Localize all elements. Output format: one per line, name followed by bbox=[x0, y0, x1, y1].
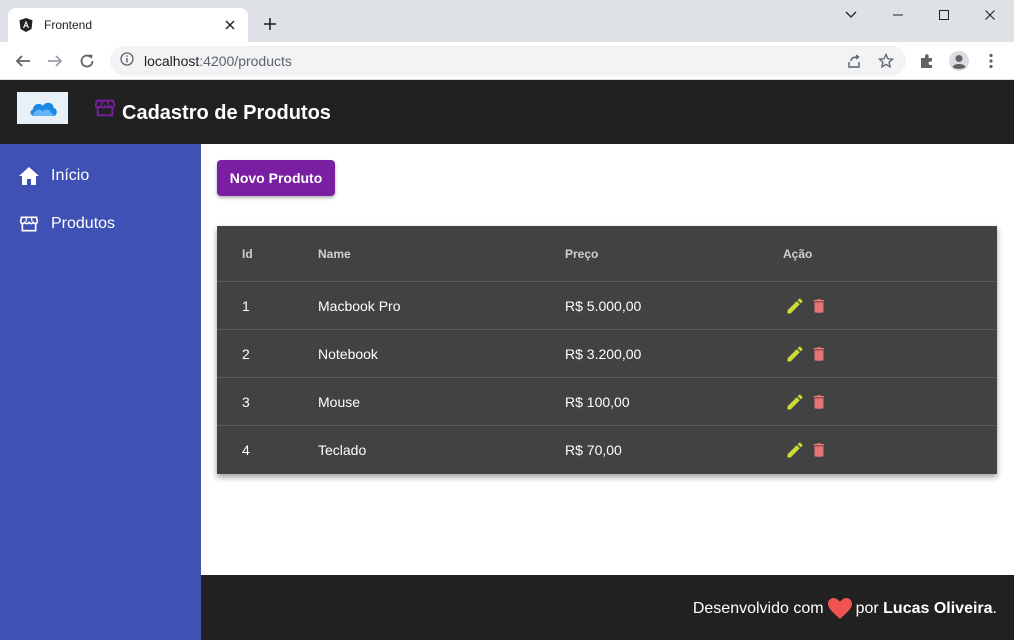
url-text: localhost:4200/products bbox=[144, 53, 292, 69]
home-icon bbox=[18, 165, 40, 187]
cell-price: R$ 5.000,00 bbox=[565, 297, 642, 314]
browser-toolbar: localhost:4200/products bbox=[0, 42, 1014, 80]
cell-price: R$ 3.200,00 bbox=[565, 345, 642, 362]
extensions-icon[interactable] bbox=[916, 50, 938, 72]
edit-pencil-icon[interactable] bbox=[783, 342, 807, 366]
cell-price: R$ 70,00 bbox=[565, 442, 622, 458]
sidebar-item-label: Produtos bbox=[51, 215, 116, 232]
table-row: 4 Teclado R$ 70,00 bbox=[217, 426, 997, 474]
column-header-name: Name bbox=[318, 246, 351, 261]
forward-arrow-icon[interactable] bbox=[42, 48, 68, 74]
sidebar-item-inicio[interactable]: Início bbox=[0, 152, 201, 200]
cell-action bbox=[783, 426, 831, 474]
browser-tab-bar: Frontend bbox=[0, 0, 1014, 42]
close-window-icon[interactable] bbox=[967, 4, 1013, 26]
cell-price: R$ 100,00 bbox=[565, 393, 630, 410]
maximize-icon[interactable] bbox=[921, 4, 967, 26]
close-tab-icon[interactable] bbox=[222, 17, 238, 33]
footer-suffix: . bbox=[992, 600, 997, 617]
edit-pencil-icon[interactable] bbox=[783, 294, 807, 318]
page-title: Cadastro de Produtos bbox=[122, 102, 331, 124]
column-header-price: Preço bbox=[565, 246, 599, 261]
sidebar-item-produtos[interactable]: Produtos bbox=[0, 200, 201, 248]
main-content: Novo Produto Id Name Preço Ação 1 Macboo… bbox=[201, 144, 1014, 575]
delete-trash-icon[interactable] bbox=[807, 342, 831, 366]
table-header-row: Id Name Preço Ação bbox=[217, 226, 997, 282]
footer-middle: por bbox=[855, 600, 879, 617]
edit-pencil-icon[interactable] bbox=[783, 438, 807, 462]
cell-id: 1 bbox=[242, 297, 250, 314]
sidebar: Início Produtos bbox=[0, 144, 201, 640]
column-header-id: Id bbox=[242, 246, 253, 261]
cell-name: Notebook bbox=[318, 345, 378, 362]
chevron-down-icon[interactable] bbox=[828, 4, 874, 26]
cell-name: Mouse bbox=[318, 393, 361, 410]
more-menu-icon[interactable] bbox=[980, 50, 1002, 72]
browser-tab[interactable]: Frontend bbox=[8, 8, 248, 42]
table-row: 2 Notebook R$ 3.200,00 bbox=[217, 330, 997, 378]
reload-icon[interactable] bbox=[74, 48, 100, 74]
tab-title: Frontend bbox=[44, 18, 93, 32]
edit-pencil-icon[interactable] bbox=[783, 390, 807, 414]
bookmark-star-icon[interactable] bbox=[876, 51, 896, 71]
cell-id: 4 bbox=[242, 442, 250, 458]
profile-avatar-icon[interactable] bbox=[948, 50, 970, 72]
delete-trash-icon[interactable] bbox=[807, 438, 831, 462]
store-icon bbox=[18, 213, 40, 235]
products-table: Id Name Preço Ação 1 Macbook Pro R$ 5.00… bbox=[217, 226, 997, 474]
footer: Desenvolvido com por Lucas Oliveira. bbox=[201, 575, 1014, 640]
delete-trash-icon[interactable] bbox=[807, 294, 831, 318]
sidebar-item-label: Início bbox=[51, 167, 90, 184]
footer-credits: Desenvolvido com por Lucas Oliveira. bbox=[693, 598, 997, 620]
table-row: 1 Macbook Pro R$ 5.000,00 bbox=[217, 282, 997, 330]
minimize-icon[interactable] bbox=[875, 4, 921, 26]
cell-id: 2 bbox=[242, 345, 250, 362]
cell-id: 3 bbox=[242, 393, 250, 410]
app-header: Cadastro de Produtos bbox=[0, 80, 1014, 144]
delete-trash-icon[interactable] bbox=[807, 390, 831, 414]
column-header-action: Ação bbox=[783, 246, 813, 261]
table-row: 3 Mouse R$ 100,00 bbox=[217, 378, 997, 426]
cell-action bbox=[783, 378, 831, 425]
site-info-icon[interactable] bbox=[120, 51, 134, 71]
cloud-logo[interactable] bbox=[17, 92, 68, 124]
footer-author: Lucas Oliveira bbox=[883, 600, 993, 617]
angular-favicon-icon bbox=[18, 17, 34, 33]
cell-action bbox=[783, 330, 831, 377]
cell-name: Macbook Pro bbox=[318, 297, 401, 314]
share-icon[interactable] bbox=[844, 51, 864, 71]
new-product-button[interactable]: Novo Produto bbox=[217, 160, 335, 196]
cell-action bbox=[783, 282, 831, 329]
address-bar[interactable]: localhost:4200/products bbox=[110, 46, 906, 76]
back-arrow-icon[interactable] bbox=[10, 48, 36, 74]
footer-prefix: Desenvolvido com bbox=[692, 600, 824, 617]
store-icon bbox=[94, 97, 116, 119]
cell-name: Teclado bbox=[318, 442, 367, 458]
new-tab-icon[interactable] bbox=[260, 14, 280, 34]
heart-icon bbox=[827, 598, 852, 620]
